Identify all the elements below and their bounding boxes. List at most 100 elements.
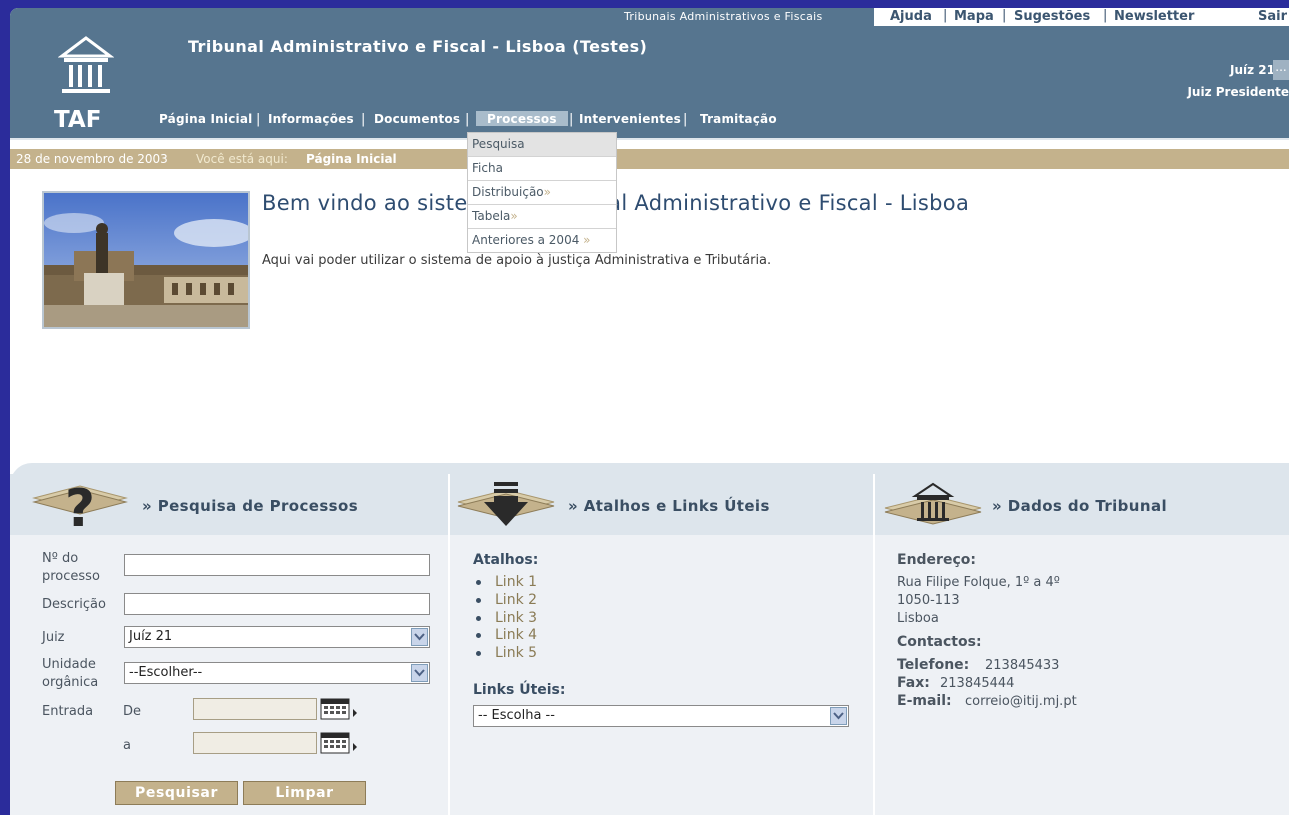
- user-more-button[interactable]: ...: [1273, 60, 1289, 80]
- bullet: [476, 651, 481, 656]
- entry-from-date-input[interactable]: [193, 698, 317, 720]
- user-role: Juiz Presidente: [1187, 85, 1289, 99]
- fax-label: Fax:: [897, 675, 930, 691]
- nav-processes[interactable]: Processos: [487, 112, 557, 126]
- unit-select-value: --Escolher--: [129, 665, 203, 680]
- shortcut-link-4[interactable]: Link 4: [495, 627, 537, 643]
- menu-item-file[interactable]: Ficha: [468, 157, 616, 181]
- shortcuts-panel-title: » Atalhos e Links Úteis: [568, 497, 770, 515]
- unit-select[interactable]: --Escolher--: [124, 662, 430, 684]
- menu-item-label: Ficha: [472, 161, 503, 175]
- chevron-down-icon[interactable]: [411, 628, 428, 646]
- chevron-down-icon[interactable]: [411, 664, 428, 682]
- newsletter-link[interactable]: Newsletter: [1114, 9, 1194, 24]
- process-number-input[interactable]: [124, 554, 430, 576]
- nav-documents[interactable]: Documentos: [374, 112, 460, 126]
- shortcut-link-1[interactable]: Link 1: [495, 574, 537, 590]
- fax-value: 213845444: [940, 676, 1015, 691]
- contacts-label: Contactos:: [897, 634, 982, 650]
- email-label: E-mail:: [897, 693, 952, 709]
- judge-select[interactable]: Juíz 21: [124, 626, 430, 648]
- breadcrumb-current[interactable]: Página Inicial: [306, 152, 397, 166]
- menu-item-label: Pesquisa: [472, 137, 525, 151]
- entry-label: Entrada: [42, 704, 94, 719]
- header-divider: [10, 138, 1289, 140]
- separator: |: [569, 112, 574, 127]
- shortcut-link-2[interactable]: Link 2: [495, 592, 537, 608]
- download-arrow-icon: [457, 482, 555, 526]
- phone-value: 213845433: [985, 658, 1060, 673]
- menu-item-table[interactable]: Tabela»: [468, 205, 616, 229]
- welcome-text: Aqui vai poder utilizar o sistema de apo…: [262, 253, 772, 268]
- menu-item-label: Distribuição: [472, 185, 544, 199]
- email-value[interactable]: correio@itij.mj.pt: [965, 694, 1077, 709]
- separator: |: [361, 112, 366, 127]
- user-name: Juíz 21: [1230, 63, 1275, 77]
- menu-item-search[interactable]: Pesquisa: [468, 133, 616, 157]
- separator: |: [683, 112, 688, 127]
- calendar-icon[interactable]: [320, 697, 360, 723]
- from-label: De: [123, 704, 142, 719]
- description-label: Descrição: [42, 597, 106, 612]
- svg-text:?: ?: [65, 479, 95, 534]
- suggestions-link[interactable]: Sugestões: [1014, 9, 1090, 24]
- to-label: a: [123, 738, 131, 753]
- breadcrumb: 28 de novembro de 2003 Você está aqui: P…: [10, 149, 1289, 169]
- submenu-arrow-icon: »: [510, 209, 518, 223]
- unit-label-2: orgânica: [42, 675, 99, 690]
- chevron-down-icon[interactable]: [830, 707, 847, 725]
- nav-home[interactable]: Página Inicial: [159, 112, 252, 126]
- search-panel-title: » Pesquisa de Processos: [142, 497, 359, 515]
- separator: |: [943, 8, 948, 23]
- courthouse-icon: [58, 36, 114, 93]
- description-input[interactable]: [124, 593, 430, 615]
- entry-to-date-input[interactable]: [193, 732, 317, 754]
- welcome-photo: [42, 191, 250, 329]
- nav-workflow[interactable]: Tramitação: [700, 112, 777, 126]
- tribunais-link[interactable]: Tribunais Administrativos e Fiscais: [624, 10, 823, 23]
- phone-label: Telefone:: [897, 657, 970, 673]
- address-line-3: Lisboa: [897, 611, 939, 626]
- page-header: Tribunais Administrativos e Fiscais Ajud…: [10, 8, 1289, 138]
- shortcut-link-3[interactable]: Link 3: [495, 610, 537, 626]
- map-link[interactable]: Mapa: [954, 9, 994, 24]
- app-frame: Tribunais Administrativos e Fiscais Ajud…: [10, 8, 1289, 815]
- logo-text: TAF: [54, 107, 102, 133]
- question-mark-icon: ?: [32, 479, 128, 534]
- nav-participants[interactable]: Intervenientes: [579, 112, 681, 126]
- submenu-arrow-icon: »: [583, 233, 591, 247]
- useful-links-value: -- Escolha --: [478, 708, 555, 723]
- nav-information[interactable]: Informações: [268, 112, 354, 126]
- search-button[interactable]: Pesquisar: [115, 781, 238, 805]
- submenu-arrow-icon: »: [543, 185, 551, 199]
- building-photo-illustration: [44, 193, 248, 327]
- bullet: [476, 580, 481, 585]
- address-line-1: Rua Filipe Folque, 1º a 4º: [897, 575, 1060, 590]
- menu-item-before-2004[interactable]: Anteriores a 2004 »: [468, 229, 616, 252]
- useful-links-select[interactable]: -- Escolha --: [473, 705, 849, 727]
- menu-item-label: Anteriores a 2004: [472, 233, 580, 247]
- separator: |: [1103, 8, 1108, 23]
- shortcut-link-5[interactable]: Link 5: [495, 645, 537, 661]
- judge-select-value: Juíz 21: [129, 629, 173, 644]
- clear-button[interactable]: Limpar: [243, 781, 366, 805]
- bullet: [476, 633, 481, 638]
- help-link[interactable]: Ajuda: [890, 9, 932, 24]
- bullet: [476, 598, 481, 603]
- processes-dropdown-menu: Pesquisa Ficha Distribuição» Tabela» Ant…: [467, 132, 617, 253]
- useful-links-label: Links Úteis:: [473, 682, 566, 698]
- address-line-2: 1050-113: [897, 593, 960, 608]
- shortcuts-label: Atalhos:: [473, 552, 539, 568]
- separator: |: [1002, 8, 1007, 23]
- separator: |: [465, 112, 470, 127]
- menu-item-distribution[interactable]: Distribuição»: [468, 181, 616, 205]
- unit-label: Unidade: [42, 657, 96, 672]
- judge-label: Juiz: [42, 630, 65, 645]
- calendar-icon[interactable]: [320, 731, 360, 757]
- site-title: Tribunal Administrativo e Fiscal - Lisbo…: [188, 37, 648, 56]
- bullet: [476, 616, 481, 621]
- courthouse-small-icon: [884, 482, 982, 525]
- court-panel-title: » Dados do Tribunal: [992, 497, 1168, 515]
- logout-link[interactable]: Sair: [1258, 9, 1287, 24]
- separator: |: [256, 112, 261, 127]
